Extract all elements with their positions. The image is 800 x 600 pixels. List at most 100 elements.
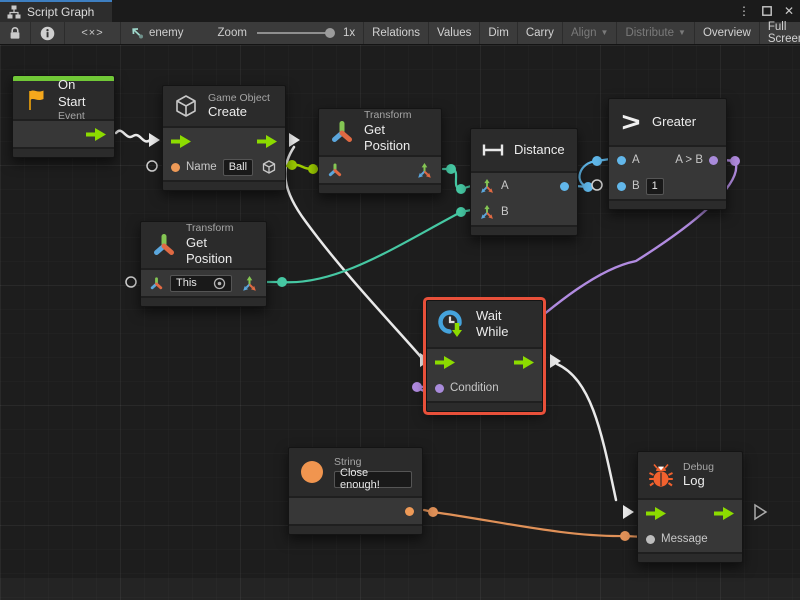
toolbar-button-full-screen[interactable]: Full Screen	[759, 22, 800, 44]
code-preview-button[interactable]: <×>	[65, 22, 121, 44]
node-debug-log[interactable]: Debug Log Message	[637, 451, 743, 563]
wire-getposition2-to-distance-b-endpoint[interactable]	[277, 277, 287, 287]
node-ports	[13, 119, 114, 149]
graph-icon	[7, 5, 21, 19]
wire-string-to-log-message[interactable]	[424, 510, 645, 537]
node-ports: This	[141, 268, 266, 298]
flow-out-port[interactable]	[86, 128, 106, 141]
toolbar-button-distribute[interactable]: Distribute▼	[616, 22, 694, 44]
stray-flow-triangle	[755, 505, 766, 519]
float-out-port[interactable]	[560, 182, 569, 191]
node-title: Get Position	[186, 235, 256, 268]
window-menu-icon[interactable]: ⋮	[738, 5, 750, 17]
wire-getposition2-to-distance-b[interactable]	[267, 210, 471, 282]
wire-create-to-getposition-endpoint[interactable]	[308, 164, 318, 174]
info-button[interactable]	[31, 22, 65, 44]
wire-string-to-log-message-endpoint[interactable]	[428, 507, 438, 517]
flow-out-port[interactable]	[714, 507, 734, 520]
transform-in-port[interactable]	[327, 162, 343, 178]
unconnected-port-indicator[interactable]	[126, 277, 136, 287]
float-in-port[interactable]	[617, 156, 626, 165]
wire-onstart-to-create-arrowhead	[149, 133, 160, 147]
port-label: Message	[661, 533, 708, 545]
string-out-port[interactable]	[405, 507, 414, 516]
toolbar-button-overview[interactable]: Overview	[694, 22, 759, 44]
target-field[interactable]: This	[170, 275, 232, 292]
string-in-port[interactable]	[171, 163, 180, 172]
flow-in-port[interactable]	[171, 135, 191, 148]
maximize-icon[interactable]	[762, 6, 772, 16]
string-value-field[interactable]: Close enough!	[334, 471, 412, 488]
node-on-start-event[interactable]: On Start Event	[12, 75, 115, 158]
graph-name-label: enemy	[149, 27, 184, 39]
lock-icon	[9, 26, 21, 40]
wire-distance-to-greater-a-endpoint[interactable]	[592, 156, 602, 166]
greater-icon: >	[617, 107, 646, 138]
toolbar-button-values[interactable]: Values	[428, 22, 479, 44]
name-field[interactable]: Ball	[223, 159, 253, 176]
vector-in-port[interactable]	[479, 204, 495, 220]
wire-getposition-to-distance-a-endpoint[interactable]	[446, 164, 456, 174]
node-title: On Start	[58, 77, 104, 110]
node-wait-while[interactable]: Wait While Condition	[426, 300, 543, 412]
node-header: Distance	[471, 129, 577, 171]
flow-out-port[interactable]	[257, 135, 277, 148]
close-icon[interactable]: ✕	[784, 5, 794, 17]
info-icon	[40, 26, 55, 41]
wire-string-to-log-message-endpoint[interactable]	[620, 531, 630, 541]
wire-waitwhile-to-log[interactable]	[557, 364, 616, 500]
node-greater[interactable]: > Greater A A > B B 1	[608, 98, 727, 210]
node-footer	[427, 403, 542, 411]
bool-in-port[interactable]	[435, 384, 444, 393]
wire-onstart-to-create[interactable]	[116, 131, 150, 142]
bool-out-port[interactable]	[709, 156, 718, 165]
graph-reference[interactable]: enemy	[121, 22, 192, 44]
toolbar-button-relations[interactable]: Relations	[363, 22, 428, 44]
gameobject-out-port[interactable]	[261, 159, 277, 175]
toolbar-button-align[interactable]: Align▼	[562, 22, 617, 44]
toolbar-button-carry[interactable]: Carry	[517, 22, 562, 44]
wire-greater-to-waitwhile-condition-endpoint[interactable]	[730, 156, 740, 166]
zoom-value: 1x	[343, 27, 355, 39]
graph-canvas[interactable]: On Start Event Gam	[0, 45, 800, 600]
node-title: Create	[208, 104, 270, 120]
toolbar-button-label: Overview	[703, 27, 751, 39]
wire-getposition2-to-distance-b-endpoint[interactable]	[456, 207, 466, 217]
node-distance[interactable]: Distance A	[470, 128, 578, 236]
node-string-literal[interactable]: String Close enough!	[288, 447, 423, 535]
target-picker-icon[interactable]	[213, 277, 226, 290]
node-header: Debug Log	[638, 452, 742, 498]
wire-greater-to-waitwhile-condition-endpoint[interactable]	[412, 382, 422, 392]
unconnected-port-indicator[interactable]	[147, 161, 157, 171]
wire-getposition-to-distance-a-endpoint[interactable]	[456, 184, 466, 194]
bug-icon	[648, 462, 674, 488]
wire-create-to-getposition-endpoint[interactable]	[287, 160, 297, 170]
vector-out-port[interactable]	[241, 275, 258, 292]
transform-icon	[151, 232, 177, 258]
lock-button[interactable]	[0, 22, 31, 44]
float-in-port[interactable]	[617, 182, 626, 191]
transform-in-port[interactable]	[149, 276, 164, 291]
vector-in-port[interactable]	[479, 178, 495, 194]
unconnected-port-indicator[interactable]	[592, 180, 602, 190]
tab-script-graph[interactable]: Script Graph	[0, 0, 112, 22]
zoom-slider[interactable]	[257, 32, 333, 34]
node-header: On Start Event	[13, 81, 114, 119]
node-footer	[163, 182, 285, 190]
chevron-down-icon: ▼	[601, 29, 609, 37]
node-subtitle: Transform	[186, 222, 256, 235]
node-get-position-2[interactable]: Transform Get Position This	[140, 221, 267, 307]
node-create-game-object[interactable]: Game Object Create Name Ball	[162, 85, 286, 191]
node-header: Transform Get Position	[319, 109, 441, 155]
zoom-slider-knob[interactable]	[325, 28, 335, 38]
flow-in-port[interactable]	[435, 356, 455, 369]
message-in-port[interactable]	[646, 535, 655, 544]
zoom-control: Zoom 1x	[210, 22, 364, 44]
vector-out-port[interactable]	[416, 162, 433, 179]
b-value-field[interactable]: 1	[646, 178, 664, 195]
flow-in-port[interactable]	[646, 507, 666, 520]
node-get-position-1[interactable]: Transform Get Position	[318, 108, 442, 194]
flow-out-port[interactable]	[514, 356, 534, 369]
node-subtitle: Debug	[683, 461, 714, 474]
toolbar-button-dim[interactable]: Dim	[479, 22, 516, 44]
